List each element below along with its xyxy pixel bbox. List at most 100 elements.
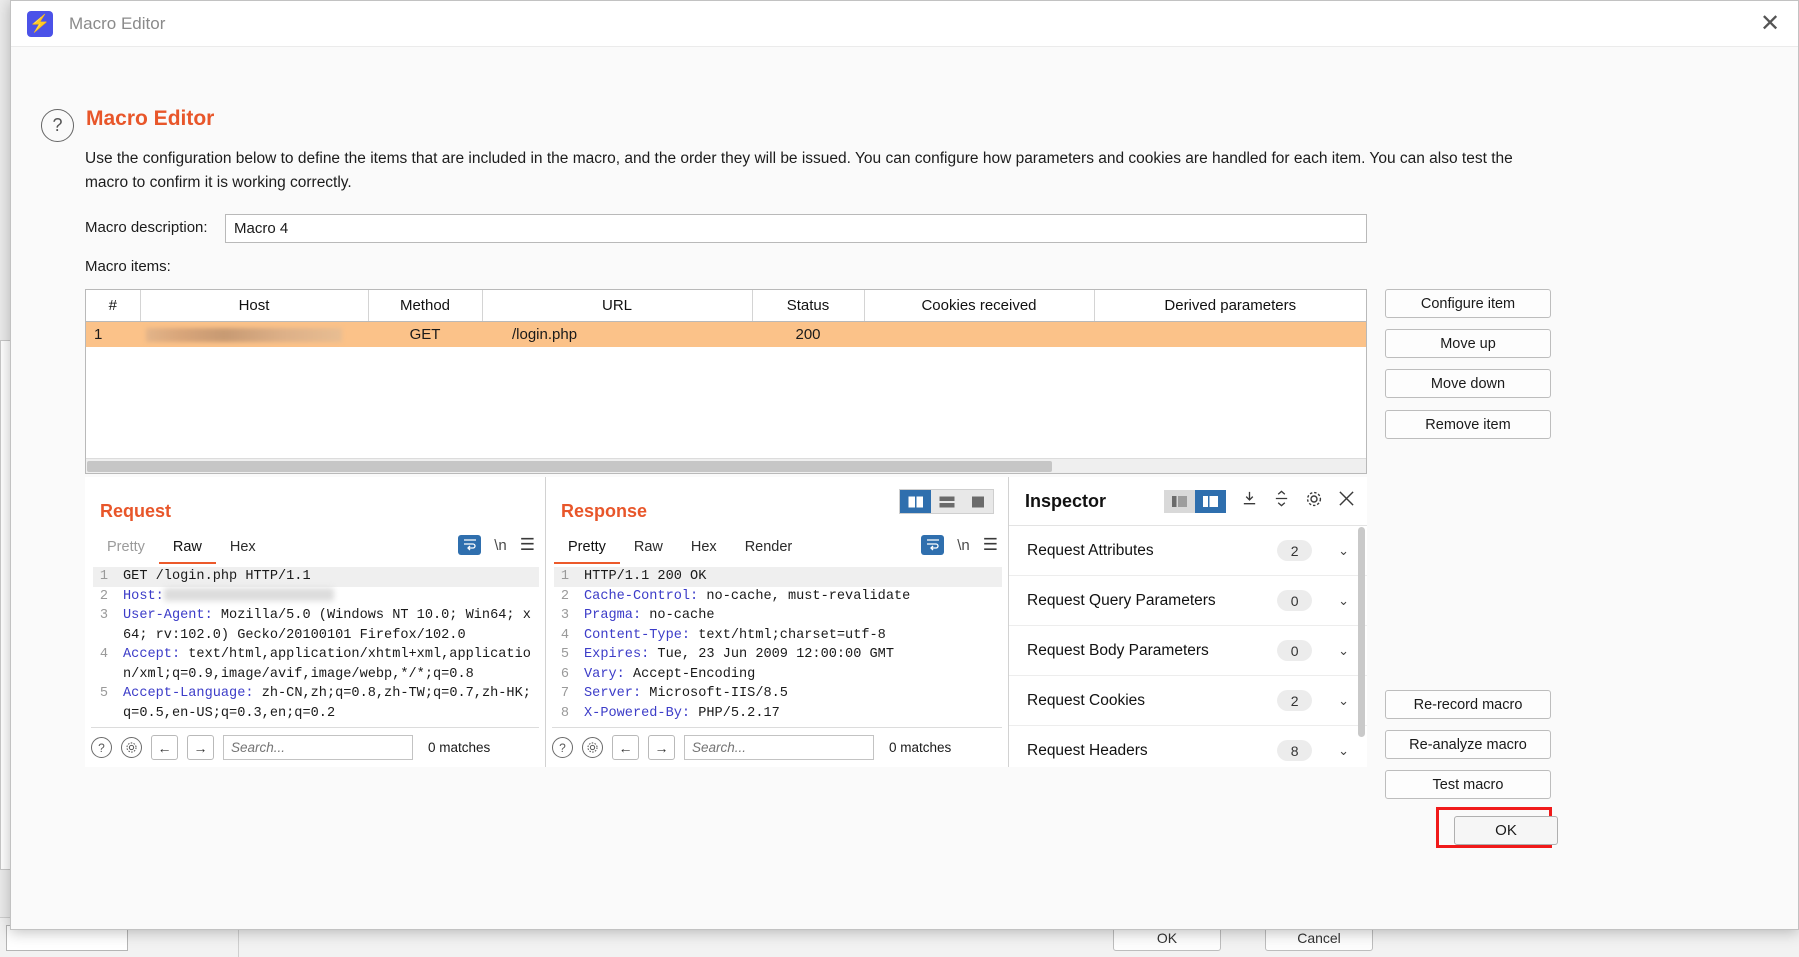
line-number: 5 (99, 686, 108, 701)
cell-derived-parameters (1094, 321, 1366, 347)
table-header-row: # Host Method URL Status Cookies receive… (86, 290, 1366, 322)
newline-icon[interactable]: \n (957, 537, 970, 554)
cell-status: 200 (752, 321, 864, 347)
newline-icon[interactable]: \n (494, 537, 507, 554)
close-icon[interactable]: ✕ (1742, 1, 1798, 46)
request-code-view[interactable]: 1 GET /login.php HTTP/1.1 2 Host: 3 User… (93, 567, 539, 723)
line-number: 1 (99, 569, 108, 584)
inspector-row-label: Request Query Parameters (1027, 591, 1216, 609)
column-header-cookies-received[interactable]: Cookies received (864, 290, 1095, 322)
line-text: HTTP/1.1 200 OK (576, 567, 1002, 587)
gear-icon[interactable] (121, 737, 142, 758)
macro-description-input[interactable] (225, 214, 1367, 243)
inspector-row-request-attributes[interactable]: Request Attributes 2 ⌄ (1009, 526, 1367, 576)
find-next-icon[interactable]: → (648, 735, 675, 760)
request-tools: \n ☰ (458, 535, 535, 555)
request-panel: Request Pretty Raw Hex \n ☰ 1 GET /login… (85, 477, 546, 767)
tab-response-render[interactable]: Render (731, 535, 807, 564)
split-vertical-icon[interactable] (900, 490, 931, 513)
split-right-icon[interactable] (1195, 489, 1226, 513)
code-line: 7 Server: Microsoft-IIS/8.5 (554, 684, 1002, 704)
expand-all-icon[interactable] (1273, 490, 1290, 512)
move-up-button[interactable]: Move up (1385, 329, 1551, 358)
inspector-row-request-cookies[interactable]: Request Cookies 2 ⌄ (1009, 676, 1367, 726)
column-header-number[interactable]: # (86, 290, 141, 322)
remove-item-button[interactable]: Remove item (1385, 410, 1551, 439)
scrollbar-thumb[interactable] (87, 461, 1052, 472)
column-header-method[interactable]: Method (368, 290, 483, 322)
column-header-url[interactable]: URL (482, 290, 753, 322)
line-number: 5 (560, 647, 569, 662)
help-icon[interactable]: ? (41, 109, 74, 142)
chevron-down-icon[interactable]: ⌄ (1338, 643, 1349, 659)
hamburger-icon[interactable]: ☰ (520, 535, 535, 555)
code-line: 8 X-Powered-By: PHP/5.2.17 (554, 704, 1002, 724)
inspector-title: Inspector (1025, 490, 1107, 511)
inspector-row-request-query-parameters[interactable]: Request Query Parameters 0 ⌄ (1009, 576, 1367, 626)
split-horizontal-icon[interactable] (931, 490, 962, 513)
editor-area: Request Pretty Raw Hex \n ☰ 1 GET /login… (85, 477, 1367, 767)
line-number: 3 (99, 608, 108, 623)
code-line: 5 Accept-Language: zh-CN,zh;q=0.8,zh-TW;… (93, 684, 539, 723)
header-name: Accept-Language: (123, 686, 254, 701)
single-pane-icon[interactable] (962, 490, 993, 513)
split-left-icon[interactable] (1164, 489, 1195, 513)
chevron-down-icon[interactable]: ⌄ (1338, 593, 1349, 609)
help-icon[interactable]: ? (552, 737, 573, 758)
word-wrap-icon[interactable] (921, 535, 945, 555)
code-line: 5 Expires: Tue, 23 Jun 2009 12:00:00 GMT (554, 645, 1002, 665)
inspector-layout-toggle (1164, 489, 1226, 513)
find-previous-icon[interactable]: ← (612, 735, 639, 760)
request-search-input[interactable] (223, 735, 413, 760)
test-macro-button[interactable]: Test macro (1385, 770, 1551, 799)
tab-request-raw[interactable]: Raw (158, 535, 216, 564)
inspector-panel: Inspector Request Attributes 2 ⌄ Request… (1009, 477, 1367, 767)
code-line: 1 HTTP/1.1 200 OK (554, 567, 1002, 587)
table-horizontal-scrollbar[interactable] (86, 458, 1366, 473)
chevron-down-icon[interactable]: ⌄ (1338, 693, 1349, 709)
header-name: Expires: (584, 647, 650, 662)
word-wrap-icon[interactable] (458, 535, 482, 555)
column-header-host[interactable]: Host (140, 290, 369, 322)
macro-items-label: Macro items: (85, 258, 171, 275)
inspector-row-request-headers[interactable]: Request Headers 8 ⌄ (1009, 726, 1367, 767)
header-name: Server: (584, 686, 642, 701)
header-name: Pragma: (584, 608, 642, 623)
header-value: Tue, 23 Jun 2009 12:00:00 GMT (649, 647, 894, 662)
line-number: 7 (560, 686, 569, 701)
help-icon[interactable]: ? (91, 737, 112, 758)
header-name: X-Powered-By: (584, 705, 691, 721)
collapse-all-icon[interactable] (1241, 490, 1258, 512)
gear-icon[interactable] (582, 737, 603, 758)
tab-response-raw[interactable]: Raw (620, 535, 677, 564)
tab-request-pretty[interactable]: Pretty (93, 535, 159, 564)
find-next-icon[interactable]: → (187, 735, 214, 760)
table-row[interactable]: 1 GET /login.php 200 (86, 321, 1366, 347)
gear-icon[interactable] (1305, 490, 1323, 513)
move-down-button[interactable]: Move down (1385, 369, 1551, 398)
inspector-row-label: Request Body Parameters (1027, 641, 1209, 659)
hamburger-icon[interactable]: ☰ (983, 535, 998, 555)
re-analyze-macro-button[interactable]: Re-analyze macro (1385, 730, 1551, 759)
code-line: 4 Content-Type: text/html;charset=utf-8 (554, 626, 1002, 646)
redacted-host-value (163, 588, 334, 602)
response-search-input[interactable] (684, 735, 874, 760)
response-layout-toggle (899, 489, 994, 514)
chevron-down-icon[interactable]: ⌄ (1338, 543, 1349, 559)
inspector-row-request-body-parameters[interactable]: Request Body Parameters 0 ⌄ (1009, 626, 1367, 676)
column-header-derived-parameters[interactable]: Derived parameters (1094, 290, 1366, 322)
chevron-down-icon[interactable]: ⌄ (1338, 743, 1349, 759)
close-icon[interactable] (1338, 490, 1355, 512)
ok-button[interactable]: OK (1454, 816, 1558, 845)
find-previous-icon[interactable]: ← (151, 735, 178, 760)
tab-response-pretty[interactable]: Pretty (554, 535, 620, 564)
tab-response-hex[interactable]: Hex (677, 535, 731, 564)
column-header-status[interactable]: Status (752, 290, 865, 322)
code-line: 4 Accept: text/html,application/xhtml+xm… (93, 645, 539, 684)
tab-request-hex[interactable]: Hex (216, 535, 270, 564)
configure-item-button[interactable]: Configure item (1385, 289, 1551, 318)
re-record-macro-button[interactable]: Re-record macro (1385, 690, 1551, 719)
inspector-scrollbar[interactable] (1358, 527, 1365, 737)
response-code-view[interactable]: 1 HTTP/1.1 200 OK 2 Cache-Control: no-cac… (554, 567, 1002, 723)
page-title: Macro Editor (86, 107, 215, 130)
